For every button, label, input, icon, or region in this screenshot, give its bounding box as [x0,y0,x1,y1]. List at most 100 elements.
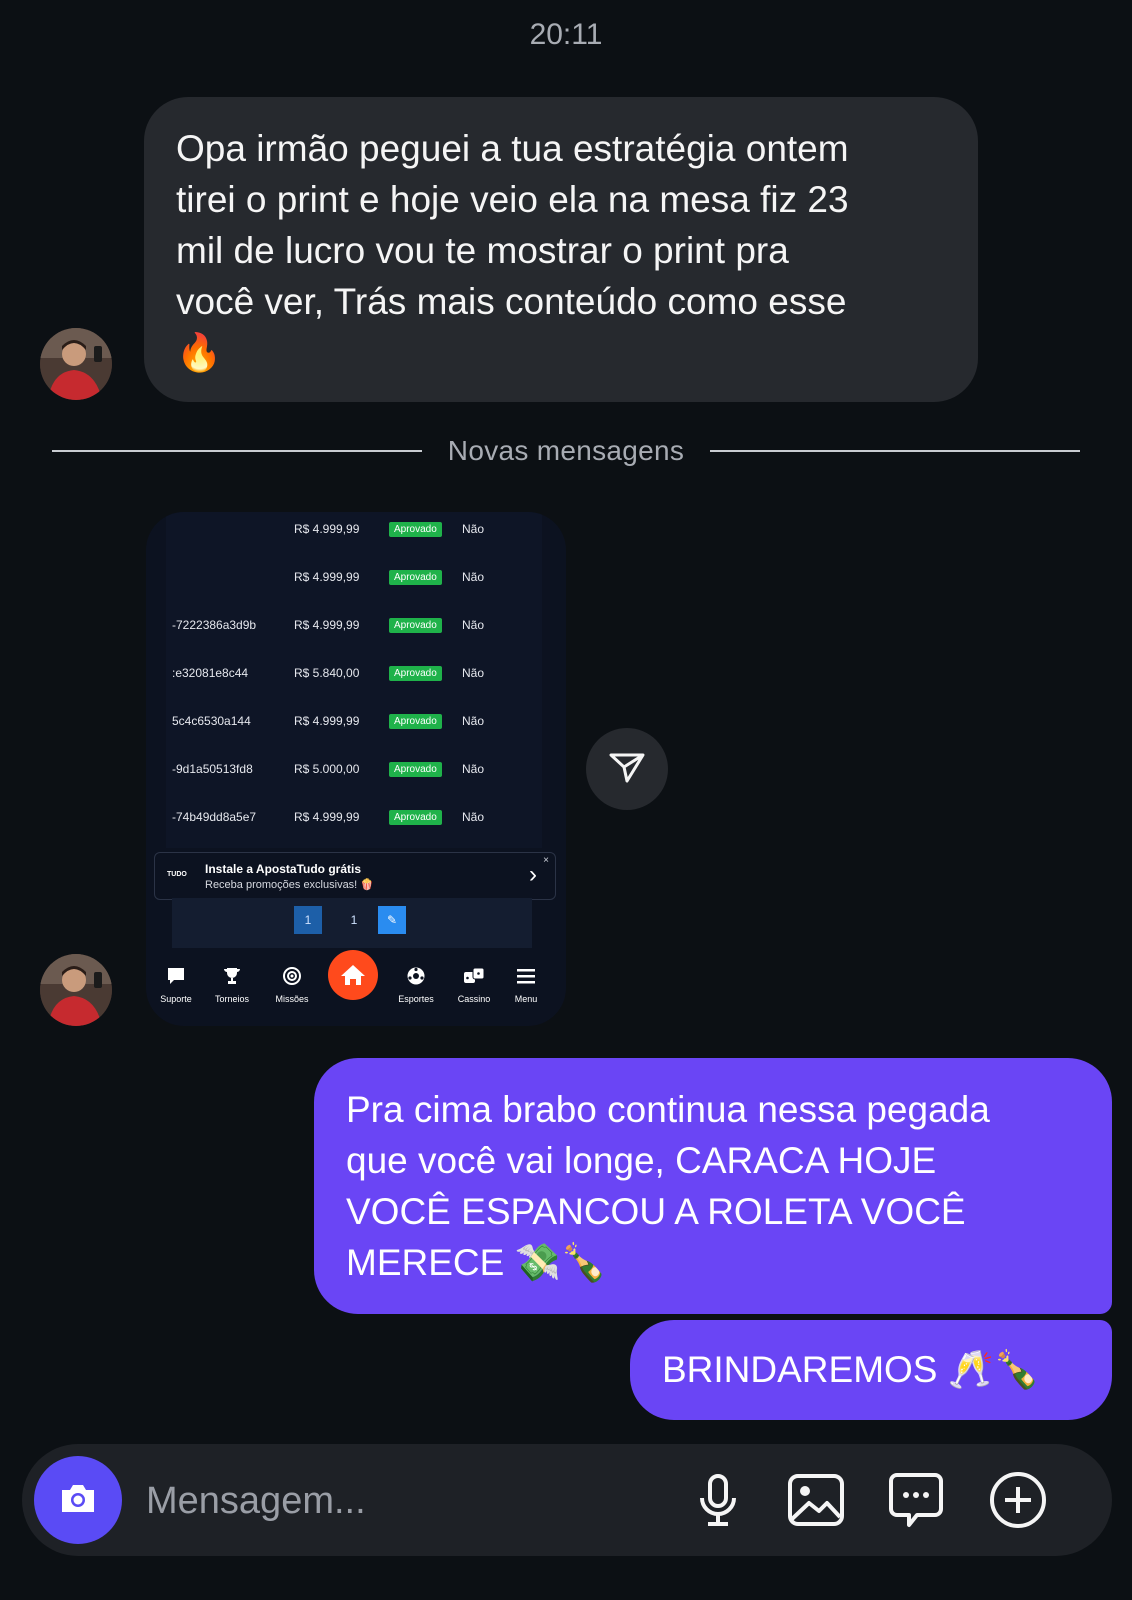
nav-label: Missões [275,994,309,1004]
status-badge: Aprovado [389,522,442,537]
message-line: Opa irmão peguei a tua estratégia ontem [176,128,849,169]
message-line: tirei o print e hoje veio ela na mesa fi… [176,179,849,220]
nav-label: Suporte [160,994,192,1004]
nav-item-missoes: Missões [262,966,322,1004]
close-icon: × [543,855,549,866]
plus-circle-icon [989,1471,1047,1534]
trophy-icon [202,966,262,988]
transaction-amount: R$ 4.999,99 [294,570,360,584]
banner-subtitle: Receba promoções exclusivas! 🍿 [205,879,374,891]
status-badge: Aprovado [389,810,442,825]
status-badge: Aprovado [389,570,442,585]
table-row: -74b49dd8a5e7 R$ 4.999,99 Aprovado Não [166,800,542,848]
dice-icon [444,966,504,988]
avatar[interactable] [40,328,112,400]
toast-emoji: 🥂🍾 [947,1348,1040,1391]
page-number: 1 [350,913,358,927]
share-button[interactable] [586,728,668,810]
transaction-amount: R$ 5.840,00 [294,666,360,680]
message-line: VOCÊ ESPANCOU A ROLETA VOCÊ [346,1191,966,1232]
transaction-id: :e32081e8c44 [172,666,249,680]
table-row: -7222386a3d9b R$ 4.999,99 Aprovado Não [166,608,542,656]
app-logo: TUDO [167,871,187,878]
chevron-right-icon: › [529,861,537,888]
message-line: você ver, Trás mais conteúdo como esse [176,281,847,322]
transaction-amount: R$ 4.999,99 [294,522,360,536]
nav-item-esportes: Esportes [386,966,446,1004]
new-messages-divider: Novas mensagens [52,433,1080,469]
table-row: 5c4c6530a144 R$ 4.999,99 Aprovado Não [166,704,542,752]
nav-label: Torneios [214,994,250,1004]
status-badge: Aprovado [389,618,442,633]
outgoing-message-bubble[interactable]: Pra cima brabo continua nessa pegada que… [314,1058,1112,1314]
nav-item-torneios: Torneios [202,966,262,1004]
transaction-id: -74b49dd8a5e7 [172,810,257,824]
transaction-flag: Não [462,714,485,728]
transaction-id: -9d1a50513fd8 [172,762,253,776]
sticker-icon [887,1471,945,1534]
soccer-ball-icon [386,966,446,988]
message-line: mil de lucro vou te mostrar o print pra [176,230,789,271]
chat-icon [146,966,206,988]
nav-item-suporte: Suporte [146,966,206,1004]
transaction-amount: R$ 5.000,00 [294,762,360,776]
message-line: Pra cima brabo continua nessa pegada [346,1089,990,1130]
transaction-flag: Não [462,762,485,776]
fire-emoji: 🔥 [176,331,223,374]
transaction-flag: Não [462,522,485,536]
microphone-icon [694,1472,742,1533]
transaction-flag: Não [462,570,485,584]
nav-item-menu: Menu [496,966,556,1004]
bottom-nav: Suporte Torneios Missões Esportes Cassin… [146,950,566,1026]
image-icon [787,1473,845,1532]
camera-icon [56,1476,100,1525]
transaction-flag: Não [462,810,485,824]
pagination: 1 1 ✎ [172,898,532,948]
gallery-button[interactable] [786,1472,846,1532]
page-number: 1 [294,906,322,934]
table-row: R$ 4.999,99 Aprovado Não [166,512,542,560]
status-badge: Aprovado [389,762,442,777]
transaction-amount: R$ 4.999,99 [294,618,360,632]
shared-screenshot[interactable]: R$ 4.999,99 Aprovado Não R$ 4.999,99 Apr… [146,512,566,1026]
incoming-message-bubble[interactable]: Opa irmão peguei a tua estratégia ontem … [144,97,978,402]
sticker-button[interactable] [886,1472,946,1532]
edit-icon: ✎ [378,906,406,934]
target-icon [262,966,322,988]
send-icon [607,747,647,792]
menu-icon [496,966,556,988]
nav-label: Esportes [398,994,434,1004]
status-badge: Aprovado [389,714,442,729]
avatar[interactable] [40,954,112,1026]
transactions-table: R$ 4.999,99 Aprovado Não R$ 4.999,99 Apr… [166,512,542,848]
new-messages-label: Novas mensagens [447,435,685,466]
status-badge: Aprovado [389,666,442,681]
nav-label: Menu [514,994,538,1004]
camera-button[interactable] [34,1456,122,1544]
outgoing-message-bubble[interactable]: BRINDAREMOS 🥂🍾 [630,1320,1112,1420]
transaction-amount: R$ 4.999,99 [294,810,360,824]
message-line: que você vai longe, CARACA HOJE [346,1140,937,1181]
home-icon [328,950,378,1000]
transaction-flag: Não [462,666,485,680]
transaction-id: -7222386a3d9b [172,618,257,632]
money-champagne-emoji: 💸🍾 [514,1241,607,1284]
nav-item-cassino: Cassino [444,966,504,1004]
transaction-id: 5c4c6530a144 [172,714,251,728]
table-row: R$ 4.999,99 Aprovado Não [166,560,542,608]
install-app-banner: TUDO Instale a ApostaTudo grátis Receba … [154,852,556,900]
table-row: :e32081e8c44 R$ 5.840,00 Aprovado Não [166,656,542,704]
message-composer [22,1444,1112,1556]
message-text: BRINDAREMOS [662,1349,938,1390]
microphone-button[interactable] [688,1472,748,1532]
nav-label: Cassino [457,994,491,1004]
message-line: MERECE [346,1242,505,1283]
add-button[interactable] [988,1471,1048,1534]
transaction-flag: Não [462,618,485,632]
divider-rule [710,450,1080,452]
message-input[interactable] [144,1470,668,1532]
banner-title: Instale a ApostaTudo grátis [205,862,362,876]
table-row: -9d1a50513fd8 R$ 5.000,00 Aprovado Não [166,752,542,800]
timestamp: 20:11 [529,18,603,51]
divider-rule [52,450,422,452]
